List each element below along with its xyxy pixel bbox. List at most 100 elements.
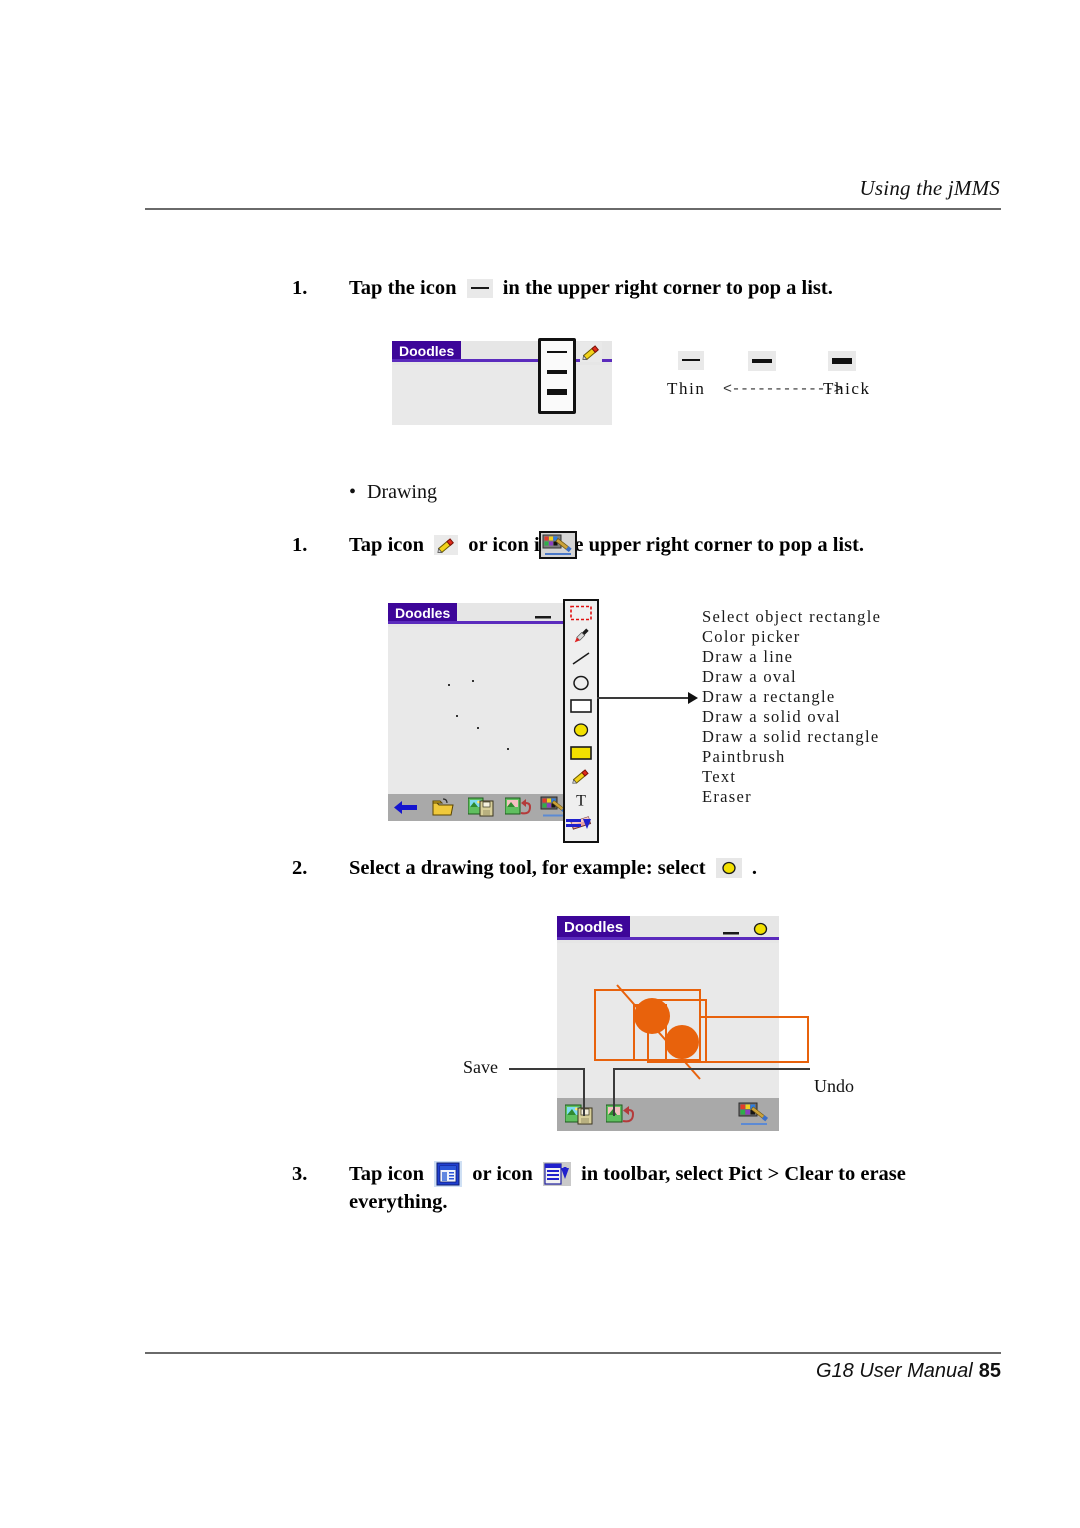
tool-draw-rectangle[interactable] bbox=[565, 695, 597, 718]
step-1-text-before: Tap the icon bbox=[349, 277, 457, 299]
line-weight-flyout[interactable] bbox=[538, 338, 576, 414]
step-4-text-1: Tap icon bbox=[349, 1163, 425, 1185]
open-folder-icon[interactable] bbox=[432, 798, 454, 822]
step-4-body: Tap icon or icon in toolbar, select Pict… bbox=[349, 1160, 1012, 1216]
window3-bottom-toolbar bbox=[557, 1098, 779, 1131]
save-callout-label: Save bbox=[463, 1057, 498, 1077]
window3-canvas[interactable] bbox=[557, 943, 809, 1098]
tool-color-picker[interactable] bbox=[565, 624, 597, 647]
tool-label-5: Draw a solid oval bbox=[702, 707, 841, 726]
step-1-text-after: in the upper right corner to pop a list. bbox=[502, 277, 833, 299]
tool-label-list: Select object rectangle Color picker Dra… bbox=[702, 607, 881, 807]
window2-canvas[interactable] bbox=[388, 627, 572, 794]
device-window-3: Doodles bbox=[557, 916, 809, 1131]
callout-line-rectangle bbox=[597, 697, 693, 699]
solid-oval-tool-icon bbox=[715, 858, 742, 878]
window2-bottom-toolbar bbox=[388, 794, 572, 821]
palette-brush-icon bbox=[538, 531, 577, 559]
tool-label-8: Text bbox=[702, 767, 737, 786]
undo-icon[interactable] bbox=[504, 797, 532, 823]
save-callout-line-h bbox=[509, 1068, 584, 1070]
window1-titlebar: Doodles bbox=[392, 341, 612, 362]
step-2-number: 1. bbox=[292, 534, 308, 556]
window3-save-icon[interactable] bbox=[564, 1104, 593, 1131]
step-3-number: 2. bbox=[292, 857, 308, 879]
step-3: 2. Select a drawing tool, for example: s… bbox=[292, 854, 992, 882]
window3-solid-oval-indicator-icon[interactable] bbox=[752, 921, 769, 942]
step-3-text: Select a drawing tool, for example: sele… bbox=[349, 857, 706, 879]
step-1: 1. Tap the icon in the upper right corne… bbox=[292, 274, 992, 302]
tool-label-1: Color picker bbox=[702, 627, 801, 646]
undo-callout-line-h bbox=[613, 1068, 810, 1070]
bullet-dot: • bbox=[349, 481, 357, 503]
pencil-icon bbox=[434, 535, 459, 555]
step-1-number: 1. bbox=[292, 277, 308, 299]
tool-label-0: Select object rectangle bbox=[702, 607, 882, 626]
tool-draw-oval[interactable] bbox=[565, 671, 597, 694]
window2-minimize-icon[interactable] bbox=[534, 608, 552, 626]
legend-medium-swatch bbox=[748, 351, 776, 371]
flyout-thin-option[interactable] bbox=[547, 351, 567, 353]
menu-panel-icon bbox=[434, 1161, 463, 1187]
svg-text:T: T bbox=[576, 792, 586, 808]
tool-label-2: Draw a line bbox=[702, 647, 794, 666]
footer-page-number: 85 bbox=[978, 1360, 1001, 1382]
tool-text[interactable]: T bbox=[565, 788, 597, 811]
window2-canvas-dots bbox=[388, 627, 572, 794]
window3-palette-brush-icon[interactable] bbox=[738, 1102, 770, 1132]
back-arrow-icon[interactable] bbox=[394, 799, 418, 821]
header-rule bbox=[145, 208, 1001, 210]
save-callout-line-v bbox=[583, 1068, 585, 1116]
flyout-medium-option[interactable] bbox=[547, 370, 567, 374]
window1-canvas[interactable] bbox=[392, 365, 612, 425]
legend-thick-swatch bbox=[828, 351, 856, 371]
bullet-drawing: • Drawing bbox=[349, 481, 437, 504]
footer-manual-title: G18 User Manual bbox=[816, 1360, 973, 1382]
window3-minimize-icon[interactable] bbox=[722, 924, 740, 942]
tool-draw-line[interactable] bbox=[565, 648, 597, 671]
step-2-text-3: in the upper right corner to pop a list. bbox=[533, 534, 865, 556]
line-weight-legend: Thin <------------> Thick bbox=[660, 345, 910, 405]
palette-toggle-icon[interactable] bbox=[566, 817, 592, 835]
tool-label-4: Draw a rectangle bbox=[702, 687, 836, 706]
tool-label-6: Draw a solid rectangle bbox=[702, 727, 880, 746]
tool-label-7: Paintbrush bbox=[702, 747, 786, 766]
tool-paintbrush[interactable] bbox=[565, 765, 597, 788]
tool-select-object-rectangle[interactable] bbox=[565, 601, 597, 624]
line-weight-thin-icon bbox=[466, 279, 493, 298]
step-4: 3. Tap icon or icon in toolbar, select P… bbox=[292, 1160, 1012, 1216]
window1-pencil-icon[interactable] bbox=[580, 342, 602, 367]
legend-thin-label: Thin bbox=[667, 379, 706, 398]
tool-draw-solid-rectangle[interactable] bbox=[565, 741, 597, 764]
callout-arrowhead-rectangle bbox=[688, 692, 698, 704]
window3-drawing bbox=[557, 943, 809, 1098]
legend-thick-label: Thick bbox=[823, 379, 871, 398]
undo-callout-line-v bbox=[613, 1068, 615, 1116]
device-window-1: Doodles bbox=[392, 338, 612, 425]
undo-callout-label: Undo bbox=[814, 1076, 854, 1096]
tool-palette-flyout[interactable]: T bbox=[563, 599, 599, 843]
step-1-body: Tap the icon in the upper right corner t… bbox=[349, 274, 992, 302]
step-4-text-2: or icon bbox=[472, 1163, 533, 1185]
tool-label-3: Draw a oval bbox=[702, 667, 797, 686]
step-3-tail: . bbox=[751, 857, 757, 879]
step-4-text-4: everything. bbox=[349, 1191, 448, 1213]
footer-rule bbox=[145, 1352, 1001, 1354]
tool-draw-solid-oval[interactable] bbox=[565, 718, 597, 741]
list-down-arrow-icon bbox=[542, 1162, 571, 1186]
bullet-label: Drawing bbox=[367, 481, 437, 503]
window3-undo-icon[interactable] bbox=[605, 1104, 635, 1131]
window1-title-rule bbox=[392, 359, 612, 362]
tool-label-9: Eraser bbox=[702, 787, 752, 806]
window3-title-rule bbox=[557, 937, 779, 940]
step-4-text-3: in toolbar, select Pict > Clear to erase bbox=[581, 1163, 906, 1185]
flyout-thick-option[interactable] bbox=[547, 389, 567, 395]
legend-thin-swatch bbox=[678, 351, 704, 370]
step-4-number: 3. bbox=[292, 1163, 308, 1185]
window3-titlebar: Doodles bbox=[557, 916, 779, 940]
page-header-title: Using the jMMS bbox=[859, 176, 1000, 200]
step-2-body: Tap icon or icon in the upper right corn… bbox=[349, 531, 1012, 559]
step-2: 1. Tap icon or icon in the upper right c… bbox=[292, 531, 1012, 559]
step-3-body: Select a drawing tool, for example: sele… bbox=[349, 854, 992, 882]
save-icon[interactable] bbox=[467, 797, 494, 823]
